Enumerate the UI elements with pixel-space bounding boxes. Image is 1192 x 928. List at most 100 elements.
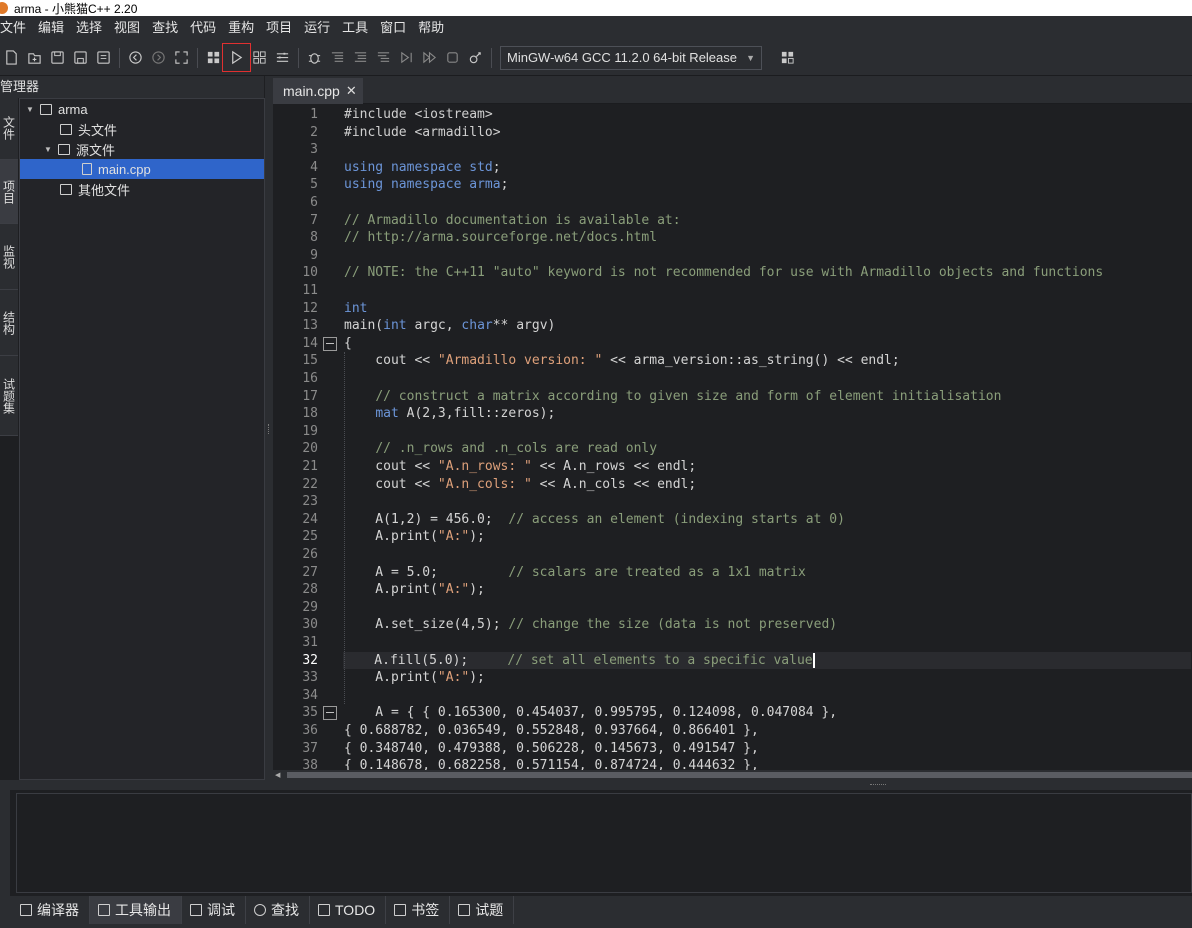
code-line[interactable]: A(1,2) = 456.0; // access an element (in… xyxy=(344,511,845,529)
menu-search[interactable]: 查找 xyxy=(146,16,184,40)
save-all-icon[interactable] xyxy=(69,46,92,69)
code-area[interactable]: #include <iostream> #include <armadillo> u… xyxy=(343,104,1192,770)
panel-splitter[interactable] xyxy=(265,76,273,780)
code-line[interactable]: cout << "A.n_rows: " << A.n_rows << endl… xyxy=(344,458,696,476)
compile-icon[interactable] xyxy=(202,46,225,69)
tree-item-other-files[interactable]: 其他文件 xyxy=(20,179,264,199)
run-icon[interactable] xyxy=(222,43,251,72)
fullscreen-icon[interactable] xyxy=(170,46,193,69)
run-to-cursor-icon[interactable] xyxy=(395,46,418,69)
tab-tool-output[interactable]: 工具输出 xyxy=(90,896,182,924)
vtab-watch[interactable]: 监视 xyxy=(0,224,18,290)
code-line[interactable]: cout << "A.n_cols: " << A.n_cols << endl… xyxy=(344,476,696,494)
new-icon[interactable] xyxy=(0,46,23,69)
search-icon xyxy=(254,904,266,916)
tree-item-sources[interactable]: ▼ 源文件 xyxy=(20,139,264,159)
code-line[interactable]: // construct a matrix according to given… xyxy=(344,388,1001,406)
forward-icon[interactable] xyxy=(147,46,170,69)
code-editor[interactable]: 1 2 3 4 5 6 7 8 9 10 11 12 13 14 15 16 17 18 19 20 21 22 23 24 2… xyxy=(273,104,1192,770)
code-line[interactable]: { 0.348740, 0.479388, 0.506228, 0.145673… xyxy=(344,740,759,758)
debug-icon xyxy=(190,904,202,916)
menu-project[interactable]: 项目 xyxy=(260,16,298,40)
file-icon xyxy=(82,163,92,175)
code-line[interactable]: int xyxy=(344,300,367,318)
tab-search[interactable]: 查找 xyxy=(246,896,310,924)
save-icon[interactable] xyxy=(46,46,69,69)
code-line[interactable]: { 0.148678, 0.682258, 0.571154, 0.874724… xyxy=(344,757,759,770)
menu-help[interactable]: 帮助 xyxy=(412,16,450,40)
vtab-problem-set[interactable]: 试题集 xyxy=(0,356,18,436)
rebuild-icon[interactable] xyxy=(776,46,799,69)
menu-select[interactable]: 选择 xyxy=(70,16,108,40)
menu-refactor[interactable]: 重构 xyxy=(222,16,260,40)
line-number: 9 xyxy=(310,247,318,263)
close-file-icon[interactable] xyxy=(92,46,115,69)
continue-icon[interactable] xyxy=(418,46,441,69)
stop-icon[interactable] xyxy=(441,46,464,69)
scroll-left-icon[interactable]: ◀ xyxy=(275,771,280,779)
code-line[interactable]: using namespace std; xyxy=(344,159,501,177)
menu-code[interactable]: 代码 xyxy=(184,16,222,40)
tab-todo[interactable]: TODO xyxy=(310,896,387,924)
scrollbar-thumb[interactable] xyxy=(287,772,1192,778)
compile-run-icon[interactable] xyxy=(248,46,271,69)
fold-toggle-icon[interactable] xyxy=(323,336,337,351)
menu-window[interactable]: 窗口 xyxy=(374,16,412,40)
tab-debug[interactable]: 调试 xyxy=(182,896,246,924)
code-line[interactable]: // Armadillo documentation is available … xyxy=(344,212,681,230)
code-line[interactable]: // http://arma.sourceforge.net/docs.html xyxy=(344,229,657,247)
code-line[interactable]: #include <iostream> xyxy=(344,106,493,124)
toolbar: MinGW-w64 GCC 11.2.0 64-bit Release ▼ xyxy=(0,40,1192,76)
fold-toggle-icon[interactable] xyxy=(323,706,337,721)
step-out-icon[interactable] xyxy=(372,46,395,69)
code-line[interactable]: A.print("A:"); xyxy=(344,581,485,599)
tab-compiler[interactable]: 编译器 xyxy=(12,896,90,924)
debug-icon[interactable] xyxy=(303,46,326,69)
menu-tools[interactable]: 工具 xyxy=(336,16,374,40)
code-line[interactable]: A.set_size(4,5); // change the size (dat… xyxy=(344,616,837,634)
splitter-grip xyxy=(870,784,886,786)
code-line[interactable]: // .n_rows and .n_cols are read only xyxy=(344,440,657,458)
tab-bookmarks[interactable]: 书签 xyxy=(386,896,451,924)
step-into-icon[interactable] xyxy=(349,46,372,69)
code-line[interactable]: main(int argc, char** argv) xyxy=(344,317,555,335)
close-icon[interactable]: ✕ xyxy=(346,83,357,99)
problem-icon xyxy=(458,904,471,916)
code-line[interactable]: A = { { 0.165300, 0.454037, 0.995795, 0.… xyxy=(344,704,837,722)
bottom-splitter[interactable] xyxy=(0,780,1192,790)
code-line[interactable]: cout << "Armadillo version: " << arma_ve… xyxy=(344,352,899,370)
profile-icon[interactable] xyxy=(464,46,487,69)
code-line[interactable]: { 0.688782, 0.036549, 0.552848, 0.937664… xyxy=(344,722,759,740)
code-line[interactable]: // NOTE: the C++11 "auto" keyword is not… xyxy=(344,264,1103,282)
code-line[interactable]: A.print("A:"); xyxy=(344,669,485,687)
title-bar: arma - 小熊猫C++ 2.20 xyxy=(0,0,1192,16)
code-line[interactable]: mat A(2,3,fill::zeros); xyxy=(344,405,555,423)
code-line[interactable]: A.fill(5.0); // set all elements to a sp… xyxy=(343,651,1191,670)
code-line[interactable]: using namespace arma; xyxy=(344,176,508,194)
code-line[interactable]: A = 5.0; // scalars are treated as a 1x1… xyxy=(344,564,806,582)
menu-view[interactable]: 视图 xyxy=(108,16,146,40)
menu-run[interactable]: 运行 xyxy=(298,16,336,40)
menu-file[interactable]: 文件 xyxy=(0,16,32,40)
expand-arrow-icon[interactable]: ▼ xyxy=(42,145,54,154)
vtab-files[interactable]: 文件 xyxy=(0,96,18,160)
tool-output-panel[interactable] xyxy=(16,793,1192,893)
vtab-project[interactable]: 项目 xyxy=(0,160,18,224)
menu-edit[interactable]: 编辑 xyxy=(32,16,70,40)
code-line[interactable]: #include <armadillo> xyxy=(344,124,501,142)
vtab-structure[interactable]: 结构 xyxy=(0,290,18,356)
back-icon[interactable] xyxy=(124,46,147,69)
options-icon[interactable] xyxy=(271,46,294,69)
expand-arrow-icon[interactable]: ▼ xyxy=(24,105,36,114)
tab-main-cpp[interactable]: main.cpp ✕ xyxy=(273,78,363,104)
tree-item-main-cpp[interactable]: main.cpp xyxy=(20,159,264,179)
tab-problem[interactable]: 试题 xyxy=(450,896,515,924)
open-icon[interactable] xyxy=(23,46,46,69)
code-line[interactable]: { xyxy=(344,335,352,353)
tree-item-headers[interactable]: 头文件 xyxy=(20,119,264,139)
compiler-select[interactable]: MinGW-w64 GCC 11.2.0 64-bit Release ▼ xyxy=(500,45,762,70)
tree-item-project[interactable]: ▼ arma xyxy=(20,99,264,119)
horizontal-scrollbar[interactable]: ◀ xyxy=(273,770,1192,780)
code-line[interactable]: A.print("A:"); xyxy=(344,528,485,546)
step-over-icon[interactable] xyxy=(326,46,349,69)
